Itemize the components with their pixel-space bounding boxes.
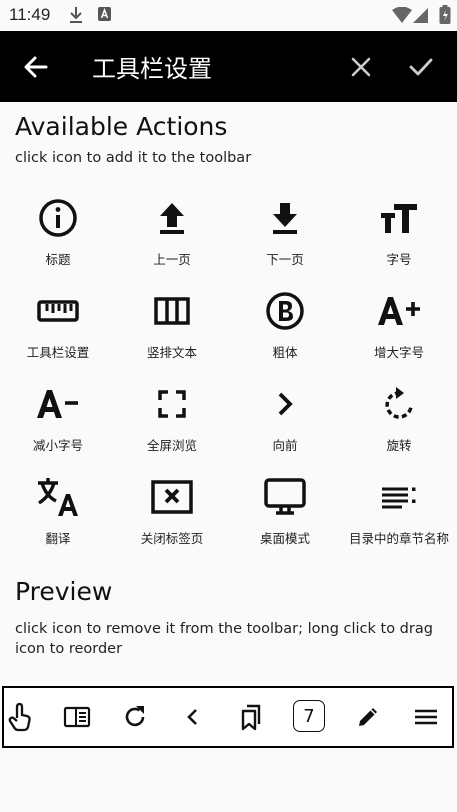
action-label: 全屏浏览 [146, 438, 197, 453]
action-fullscreen[interactable]: 全屏浏览 [115, 371, 229, 464]
touch-icon [8, 702, 31, 732]
action-previous-page[interactable]: 上一页 [115, 185, 229, 278]
wifi-icon [392, 6, 412, 28]
action-title[interactable]: 标题 [1, 185, 115, 278]
app-notification-icon [97, 6, 112, 26]
app-bar: 工具栏设置 [0, 31, 457, 102]
confirm-button[interactable] [405, 52, 437, 82]
bold-icon [228, 291, 342, 331]
reader-mode-icon [63, 706, 91, 728]
refresh-icon [125, 706, 145, 727]
status-bar: 11:49 [0, 0, 457, 31]
action-label: 桌面模式 [259, 531, 310, 546]
desktop-icon [228, 477, 342, 517]
action-label: 字号 [386, 252, 412, 267]
action-bold[interactable]: 粗体 [228, 278, 342, 371]
action-label: 减小字号 [32, 438, 83, 453]
action-rotate[interactable]: 旋转 [342, 371, 456, 464]
battery-icon [439, 5, 451, 29]
preview-bookmarks-button[interactable] [235, 701, 267, 733]
info-icon [1, 198, 115, 238]
font-increase-icon [342, 291, 456, 331]
close-tab-icon [115, 477, 229, 517]
preview-menu-button[interactable] [410, 701, 442, 733]
action-toolbar-settings[interactable]: 工具栏设置 [1, 278, 115, 371]
arrow-left-icon [24, 56, 48, 78]
action-chapter-names[interactable]: 目录中的章节名称 [342, 464, 456, 557]
chevron-left-icon [187, 709, 197, 725]
font-decrease-icon [1, 384, 115, 424]
action-next-page[interactable]: 下一页 [228, 185, 342, 278]
action-forward[interactable]: 向前 [228, 371, 342, 464]
close-button[interactable] [346, 52, 376, 82]
ruler-icon [1, 291, 115, 331]
vertical-columns-icon [115, 291, 229, 331]
chevron-right-icon [228, 384, 342, 424]
action-label: 工具栏设置 [26, 345, 90, 360]
action-font-size[interactable]: 字号 [342, 185, 456, 278]
chapter-list-icon [342, 477, 456, 517]
action-label: 目录中的章节名称 [348, 531, 449, 546]
download-arrow-icon [228, 198, 342, 238]
preview-title: Preview [15, 577, 113, 606]
action-vertical-text[interactable]: 竖排文本 [115, 278, 229, 371]
status-time: 11:49 [9, 5, 51, 24]
page-title: 工具栏设置 [92, 55, 212, 83]
action-label: 标题 [45, 252, 71, 267]
font-size-icon [342, 198, 456, 238]
preview-reader-button[interactable] [61, 701, 93, 733]
upload-arrow-icon [115, 198, 229, 238]
fullscreen-icon [115, 384, 229, 424]
translate-icon [1, 477, 115, 517]
available-actions-title: Available Actions [15, 112, 228, 141]
action-close-tab[interactable]: 关闭标签页 [115, 464, 229, 557]
preview-toolbar: 7 [2, 686, 454, 748]
action-desktop-mode[interactable]: 桌面模式 [228, 464, 342, 557]
page-number-icon: 7 [293, 700, 325, 732]
close-icon [351, 57, 371, 77]
action-label: 关闭标签页 [140, 531, 204, 546]
action-decrease-font[interactable]: 减小字号 [1, 371, 115, 464]
preview-subtitle: click icon to remove it from the toolbar… [15, 621, 433, 657]
preview-back-button[interactable] [177, 701, 209, 733]
preview-page-button[interactable]: 7 [293, 700, 325, 732]
edit-icon [359, 708, 377, 726]
action-label: 竖排文本 [146, 345, 197, 360]
preview-edit-button[interactable] [352, 701, 384, 733]
action-label: 粗体 [272, 345, 298, 360]
action-label: 旋转 [386, 438, 412, 453]
bookmarks-icon [241, 704, 261, 731]
action-label: 增大字号 [373, 345, 424, 360]
action-increase-font[interactable]: 增大字号 [342, 278, 456, 371]
preview-refresh-button[interactable] [119, 701, 151, 733]
preview-touch-button[interactable] [4, 701, 36, 733]
rotate-icon [342, 384, 456, 424]
back-button[interactable] [20, 51, 52, 83]
page-number: 7 [303, 705, 315, 727]
action-label: 上一页 [153, 252, 191, 267]
check-icon [409, 58, 433, 76]
action-label: 下一页 [266, 252, 304, 267]
menu-icon [415, 709, 437, 725]
action-label: 向前 [272, 438, 298, 453]
action-label: 翻译 [45, 531, 71, 546]
download-icon [68, 6, 84, 28]
available-actions-subtitle: click icon to add it to the toolbar [15, 150, 252, 166]
action-translate[interactable]: 翻译 [1, 464, 115, 557]
signal-icon [412, 7, 429, 28]
